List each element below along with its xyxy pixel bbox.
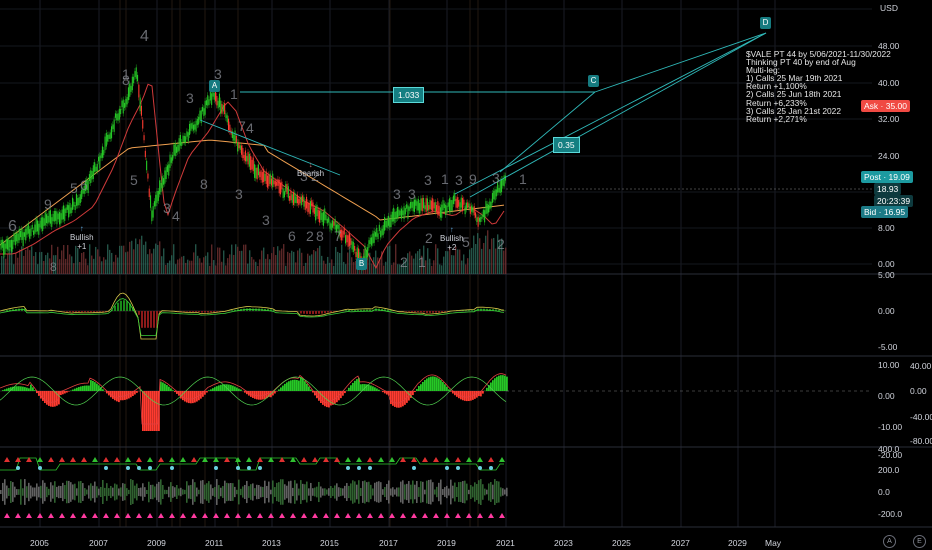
oscillator-1 (0, 292, 506, 340)
osc-tick-label: -5.00 (878, 342, 898, 352)
time-tick-label: 2007 (89, 538, 108, 548)
bullish-signal-2: ↑ Bullish +2 (440, 225, 464, 252)
last-price-tag: 18.93 (874, 183, 902, 195)
osc-tick-label: 0.00 (878, 306, 895, 316)
time-tick-label: 2013 (262, 538, 281, 548)
auto-scale-button[interactable]: A (883, 535, 896, 548)
td-count: 2 (497, 236, 505, 252)
osc-tick-label: -40.00 (910, 412, 932, 422)
price-tick-label: 0.00 (878, 259, 895, 269)
td-count: 6 (288, 228, 296, 244)
price-tick-label: 32.00 (878, 114, 900, 124)
td-count: 1 (230, 86, 238, 102)
time-tick-label: 2025 (612, 538, 631, 548)
td-count: 3 (408, 186, 416, 202)
osc-tick-label: 5.00 (878, 270, 895, 280)
td-count: 6 (8, 218, 17, 235)
td-count: 3 (455, 172, 463, 188)
td-count: 1 (519, 171, 527, 187)
td-count: 4 (140, 28, 149, 45)
time-tick-label: 2015 (320, 538, 339, 548)
price-tick-label: 24.00 (878, 151, 900, 161)
td-count: 8 (200, 176, 208, 192)
log-scale-button[interactable]: E (913, 535, 926, 548)
time-tick-label: 2023 (554, 538, 573, 548)
td-count: 3 (214, 66, 222, 82)
td-count: 4 (172, 208, 180, 224)
td-count: 3 (262, 212, 270, 228)
osc-tick-label: 400.0 (878, 444, 900, 454)
osc-tick-label: 0.00 (878, 391, 895, 401)
td-count: 1 (418, 254, 426, 270)
bid-price-tag: Bid · 16.95 (861, 206, 909, 218)
td-count: 8 (50, 260, 57, 274)
td-count: 2 (311, 168, 319, 184)
fib-label-1[interactable]: 1.033 (393, 87, 425, 103)
time-tick-label: 2027 (671, 538, 690, 548)
time-tick-label: 2021 (496, 538, 515, 548)
td-count: 3 (186, 90, 194, 106)
osc-tick-label: 40.00 (910, 361, 932, 371)
wave-label-d[interactable]: D (760, 17, 771, 29)
arrow-up-icon: ↑ (79, 224, 84, 233)
td-count: 9 (469, 171, 477, 187)
trade-note[interactable]: $VALE PT 44 by 5/06/2021-11/30/2022 Thin… (746, 50, 891, 124)
td-count: 3 (424, 172, 432, 188)
osc-tick-label: -10.00 (878, 422, 903, 432)
td-count: 2 (400, 254, 408, 270)
osc-tick-label: -80.00 (910, 436, 932, 446)
td-count: 1 (441, 171, 449, 187)
bullish-signal-1: ↑ Bullish +1 (70, 224, 94, 251)
osc-tick-label: 200.0 (878, 465, 900, 475)
time-tick-label: 2019 (437, 538, 456, 548)
td-count: 8 (316, 228, 324, 244)
fib-label-2[interactable]: 0.35 (553, 137, 580, 153)
td-count: 6 (80, 177, 88, 193)
td-count: 5 (130, 172, 138, 188)
note-line-9: Return +2,271% (746, 113, 807, 124)
osc-tick-label: -200.0 (878, 509, 903, 519)
wave-label-c[interactable]: C (588, 75, 599, 87)
post-price-tag: Post · 19.09 (861, 171, 913, 183)
td-count: 9 (44, 196, 52, 212)
price-tick-label: 8.00 (878, 223, 895, 233)
time-tick-label: 2005 (30, 538, 49, 548)
oscillator-3 (0, 457, 508, 518)
currency-label[interactable]: USD (880, 3, 898, 13)
td-count: 2 (306, 228, 314, 244)
td-count: 3 (235, 186, 243, 202)
price-tick-label: 40.00 (878, 78, 900, 88)
osc-tick-label: 0.00 (910, 386, 927, 396)
td-count: 3 (163, 200, 171, 216)
wave-label-b[interactable]: B (356, 258, 367, 270)
time-tick-label: 2009 (147, 538, 166, 548)
td-count: 3 (492, 170, 500, 186)
time-tick-label: 2011 (205, 538, 224, 548)
osc-tick-label: 0.0 (878, 487, 890, 497)
td-count: 3 (300, 168, 308, 184)
td-count: 4 (246, 120, 254, 136)
td-count: 8 (122, 72, 130, 88)
time-tick-label: May (765, 538, 782, 548)
td-count: 7 (238, 118, 246, 134)
td-count: 3 (393, 186, 401, 202)
td-count: 5 (462, 234, 470, 250)
td-count: 2 (425, 230, 433, 246)
osc-tick-label: 10.00 (878, 360, 900, 370)
oscillator-2-histogram (0, 373, 508, 431)
time-tick-label: 2017 (379, 538, 398, 548)
td-count: 5 (70, 180, 78, 196)
time-tick-label: 2029 (728, 538, 747, 548)
arrow-up-icon: ↑ (449, 225, 454, 234)
td-count: 7 (334, 228, 342, 244)
